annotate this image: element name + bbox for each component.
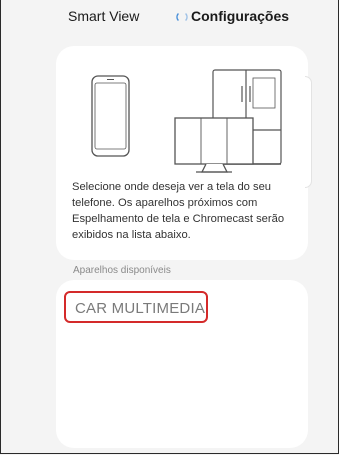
available-devices-list: CAR MULTIMEDIA	[56, 280, 308, 448]
app-title: Smart View	[68, 8, 140, 24]
device-name: CAR MULTIMEDIA	[75, 300, 206, 317]
smart-view-screen: Smart View Configurações Selecione onde …	[0, 0, 339, 454]
device-item-car-multimedia[interactable]: CAR MULTIMEDIA	[64, 291, 208, 323]
info-card: Selecione onde deseja ver a tela do seu …	[56, 46, 312, 260]
loading-spinner-icon	[176, 13, 188, 21]
instructions-text: Selecione onde deseja ver a tela do seu …	[72, 181, 285, 241]
settings-button[interactable]: Configurações	[191, 8, 289, 24]
available-devices-heading: Aparelhos disponíveis	[73, 265, 171, 276]
phone-icon	[91, 75, 130, 157]
devices-illustration	[91, 69, 282, 173]
tv-icon	[174, 117, 254, 173]
app-header: Smart View Configurações	[1, 0, 338, 34]
